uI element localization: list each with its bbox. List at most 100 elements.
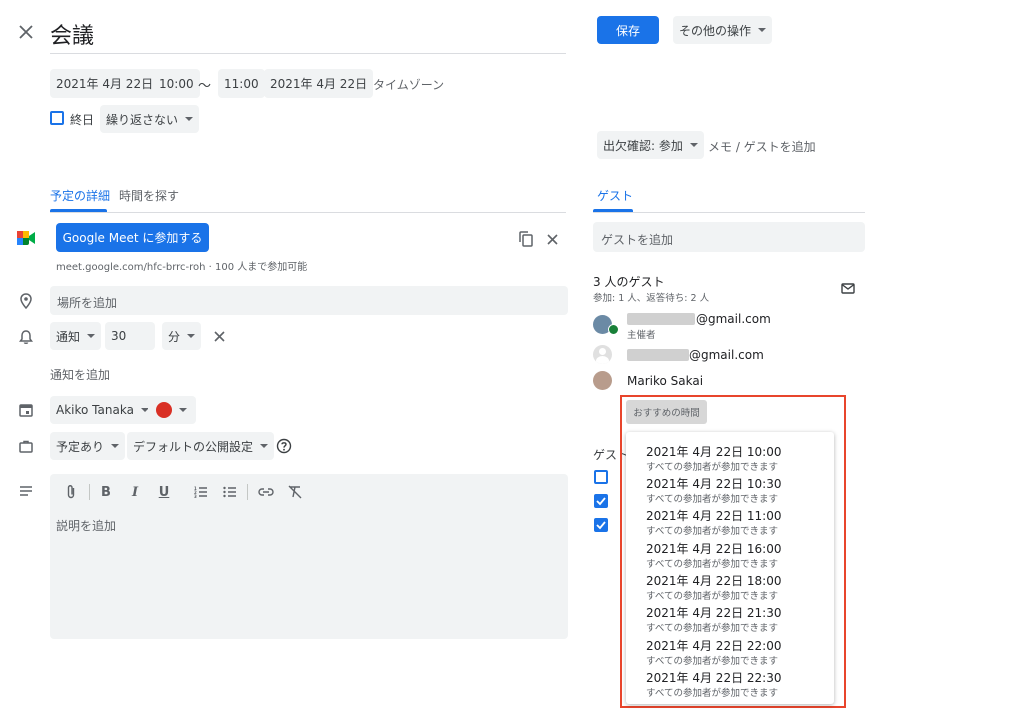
description-placeholder: 説明を追加 bbox=[56, 519, 117, 533]
end-date-field[interactable]: 2021年 4月 22日 bbox=[264, 69, 374, 98]
rsvp-dropdown[interactable]: 出欠確認: 参加 bbox=[597, 131, 704, 159]
briefcase-icon bbox=[16, 437, 36, 455]
bell-icon bbox=[16, 327, 36, 347]
suggested-time-note: すべての参加者が参加できます bbox=[646, 623, 778, 634]
start-time-field[interactable]: 10:00 bbox=[153, 69, 200, 98]
guest-count: 3 人のゲスト bbox=[593, 275, 665, 289]
suggested-times-button[interactable]: おすすめの時間 bbox=[626, 400, 707, 424]
calendar-owner-label: Akiko Tanaka bbox=[56, 403, 134, 417]
meet-link-text[interactable]: meet.google.com/hfc-brrc-roh · 100 人まで参加… bbox=[56, 258, 307, 273]
guests-tab-divider bbox=[593, 212, 865, 213]
suggested-time-item[interactable]: 2021年 4月 22日 16:00 すべての参加者が参加できます bbox=[626, 538, 834, 570]
remove-notification-icon[interactable] bbox=[209, 327, 229, 345]
chevron-down-icon bbox=[185, 117, 194, 121]
suggested-time-note: すべての参加者が参加できます bbox=[646, 526, 778, 537]
guest-name[interactable]: Mariko Sakai bbox=[627, 374, 703, 388]
suggested-time-item[interactable]: 2021年 4月 22日 18:00 すべての参加者が参加できます bbox=[626, 570, 834, 602]
guest-email[interactable]: @gmail.com bbox=[689, 348, 764, 362]
title-underline bbox=[50, 53, 566, 54]
event-color-dropdown[interactable] bbox=[148, 396, 196, 424]
chevron-down-icon bbox=[689, 143, 698, 147]
notification-value-input[interactable]: 30 bbox=[105, 322, 155, 350]
more-actions-label: その他の操作 bbox=[679, 23, 752, 38]
suggested-time: 2021年 4月 22日 22:30 bbox=[646, 671, 782, 685]
guest-summary: 参加: 1 人、返答待ち: 2 人 bbox=[593, 293, 710, 304]
guest-email[interactable]: @gmail.com bbox=[696, 312, 771, 326]
all-day-label: 終日 bbox=[70, 113, 95, 127]
suggested-time-item[interactable]: 2021年 4月 22日 21:30 すべての参加者が参加できます bbox=[626, 602, 834, 634]
repeat-dropdown[interactable]: 繰り返さない bbox=[100, 105, 200, 133]
location-input[interactable]: 場所を追加 bbox=[50, 286, 568, 315]
permission-checkbox[interactable] bbox=[594, 470, 608, 484]
redacted-email-bar bbox=[627, 349, 689, 361]
suggested-time-item[interactable]: 2021年 4月 22日 22:00 すべての参加者が参加できます bbox=[626, 635, 834, 667]
suggested-time-note: すべての参加者が参加できます bbox=[646, 462, 778, 473]
suggested-time-item[interactable]: 2021年 4月 22日 11:00 すべての参加者が参加できます bbox=[626, 505, 834, 537]
rsvp-note-link[interactable]: メモ / ゲストを追加 bbox=[708, 138, 816, 155]
start-date-field[interactable]: 2021年 4月 22日 bbox=[50, 69, 160, 98]
chevron-down-icon bbox=[179, 408, 187, 412]
accepted-check-icon bbox=[608, 324, 619, 335]
chevron-down-icon bbox=[758, 28, 767, 32]
numbered-list-icon[interactable]: 123 bbox=[192, 484, 210, 500]
mail-icon[interactable] bbox=[838, 279, 858, 297]
notification-value: 30 bbox=[111, 329, 127, 343]
suggested-time: 2021年 4月 22日 10:00 bbox=[646, 445, 782, 459]
suggested-time: 2021年 4月 22日 18:00 bbox=[646, 574, 782, 588]
avatar bbox=[593, 345, 612, 364]
redacted-email-bar bbox=[627, 313, 695, 325]
remove-meet-icon[interactable] bbox=[542, 229, 562, 249]
close-icon[interactable] bbox=[16, 22, 36, 42]
suggested-time-note: すべての参加者が参加できます bbox=[646, 559, 778, 570]
event-title[interactable]: 会議 bbox=[50, 18, 94, 50]
suggested-time: 2021年 4月 22日 10:30 bbox=[646, 477, 782, 491]
location-placeholder: 場所を追加 bbox=[57, 296, 118, 310]
toolbar-divider bbox=[247, 484, 248, 500]
suggested-times-menu: 2021年 4月 22日 10:00 すべての参加者が参加できます 2021年 … bbox=[626, 432, 834, 704]
permission-checkbox[interactable] bbox=[594, 518, 608, 532]
save-button[interactable]: 保存 bbox=[597, 16, 659, 44]
timezone-link[interactable]: タイムゾーン bbox=[373, 76, 444, 93]
suggested-time: 2021年 4月 22日 22:00 bbox=[646, 639, 782, 653]
bulleted-list-icon[interactable] bbox=[221, 484, 239, 500]
notification-unit-dropdown[interactable]: 分 bbox=[162, 322, 202, 350]
add-guest-input[interactable]: ゲストを追加 bbox=[593, 222, 865, 252]
svg-text:3: 3 bbox=[194, 494, 197, 498]
guest-role: 主催者 bbox=[627, 330, 656, 341]
calendar-owner-dropdown[interactable]: Akiko Tanaka bbox=[50, 396, 155, 424]
availability-label: 予定あり bbox=[56, 439, 105, 454]
end-time-field[interactable]: 11:00 bbox=[218, 69, 265, 98]
suggested-time-item[interactable]: 2021年 4月 22日 10:30 すべての参加者が参加できます bbox=[626, 473, 834, 505]
suggested-time-note: すべての参加者が参加できます bbox=[646, 688, 778, 699]
link-icon[interactable] bbox=[257, 484, 275, 500]
underline-icon[interactable]: U bbox=[155, 484, 173, 500]
event-color-swatch bbox=[156, 402, 172, 418]
attachment-icon[interactable] bbox=[62, 484, 80, 500]
chevron-down-icon bbox=[187, 334, 196, 338]
suggested-time-note: すべての参加者が参加できます bbox=[646, 591, 778, 602]
suggested-time: 2021年 4月 22日 11:00 bbox=[646, 509, 782, 523]
suggested-time-item[interactable]: 2021年 4月 22日 10:00 すべての参加者が参加できます bbox=[626, 441, 834, 473]
suggested-time-item[interactable]: 2021年 4月 22日 22:30 すべての参加者が参加できます bbox=[626, 667, 834, 699]
tab-guests[interactable]: ゲスト bbox=[597, 187, 633, 204]
avatar-body bbox=[596, 356, 609, 364]
copy-icon[interactable] bbox=[516, 229, 536, 249]
availability-dropdown[interactable]: 予定あり bbox=[50, 432, 126, 460]
all-day-checkbox[interactable] bbox=[50, 111, 64, 125]
tabs-divider bbox=[50, 212, 566, 213]
italic-icon[interactable]: I bbox=[126, 484, 144, 500]
help-icon[interactable] bbox=[274, 436, 294, 456]
bold-icon[interactable]: B bbox=[97, 484, 115, 500]
suggested-time-note: すべての参加者が参加できます bbox=[646, 494, 778, 505]
permission-checkbox[interactable] bbox=[594, 494, 608, 508]
tab-event-details[interactable]: 予定の詳細 bbox=[50, 187, 110, 204]
join-meet-button[interactable]: Google Meet に参加する bbox=[56, 223, 209, 252]
add-notification-link[interactable]: 通知を追加 bbox=[50, 366, 110, 383]
more-actions-button[interactable]: その他の操作 bbox=[673, 16, 773, 44]
repeat-dropdown-label: 繰り返さない bbox=[106, 112, 179, 127]
tab-find-time[interactable]: 時間を探す bbox=[119, 187, 179, 204]
visibility-dropdown[interactable]: デフォルトの公開設定 bbox=[127, 432, 275, 460]
notification-type-dropdown[interactable]: 通知 bbox=[50, 322, 102, 350]
clear-format-icon[interactable] bbox=[286, 484, 304, 500]
end-time-value: 11:00 bbox=[224, 76, 259, 91]
